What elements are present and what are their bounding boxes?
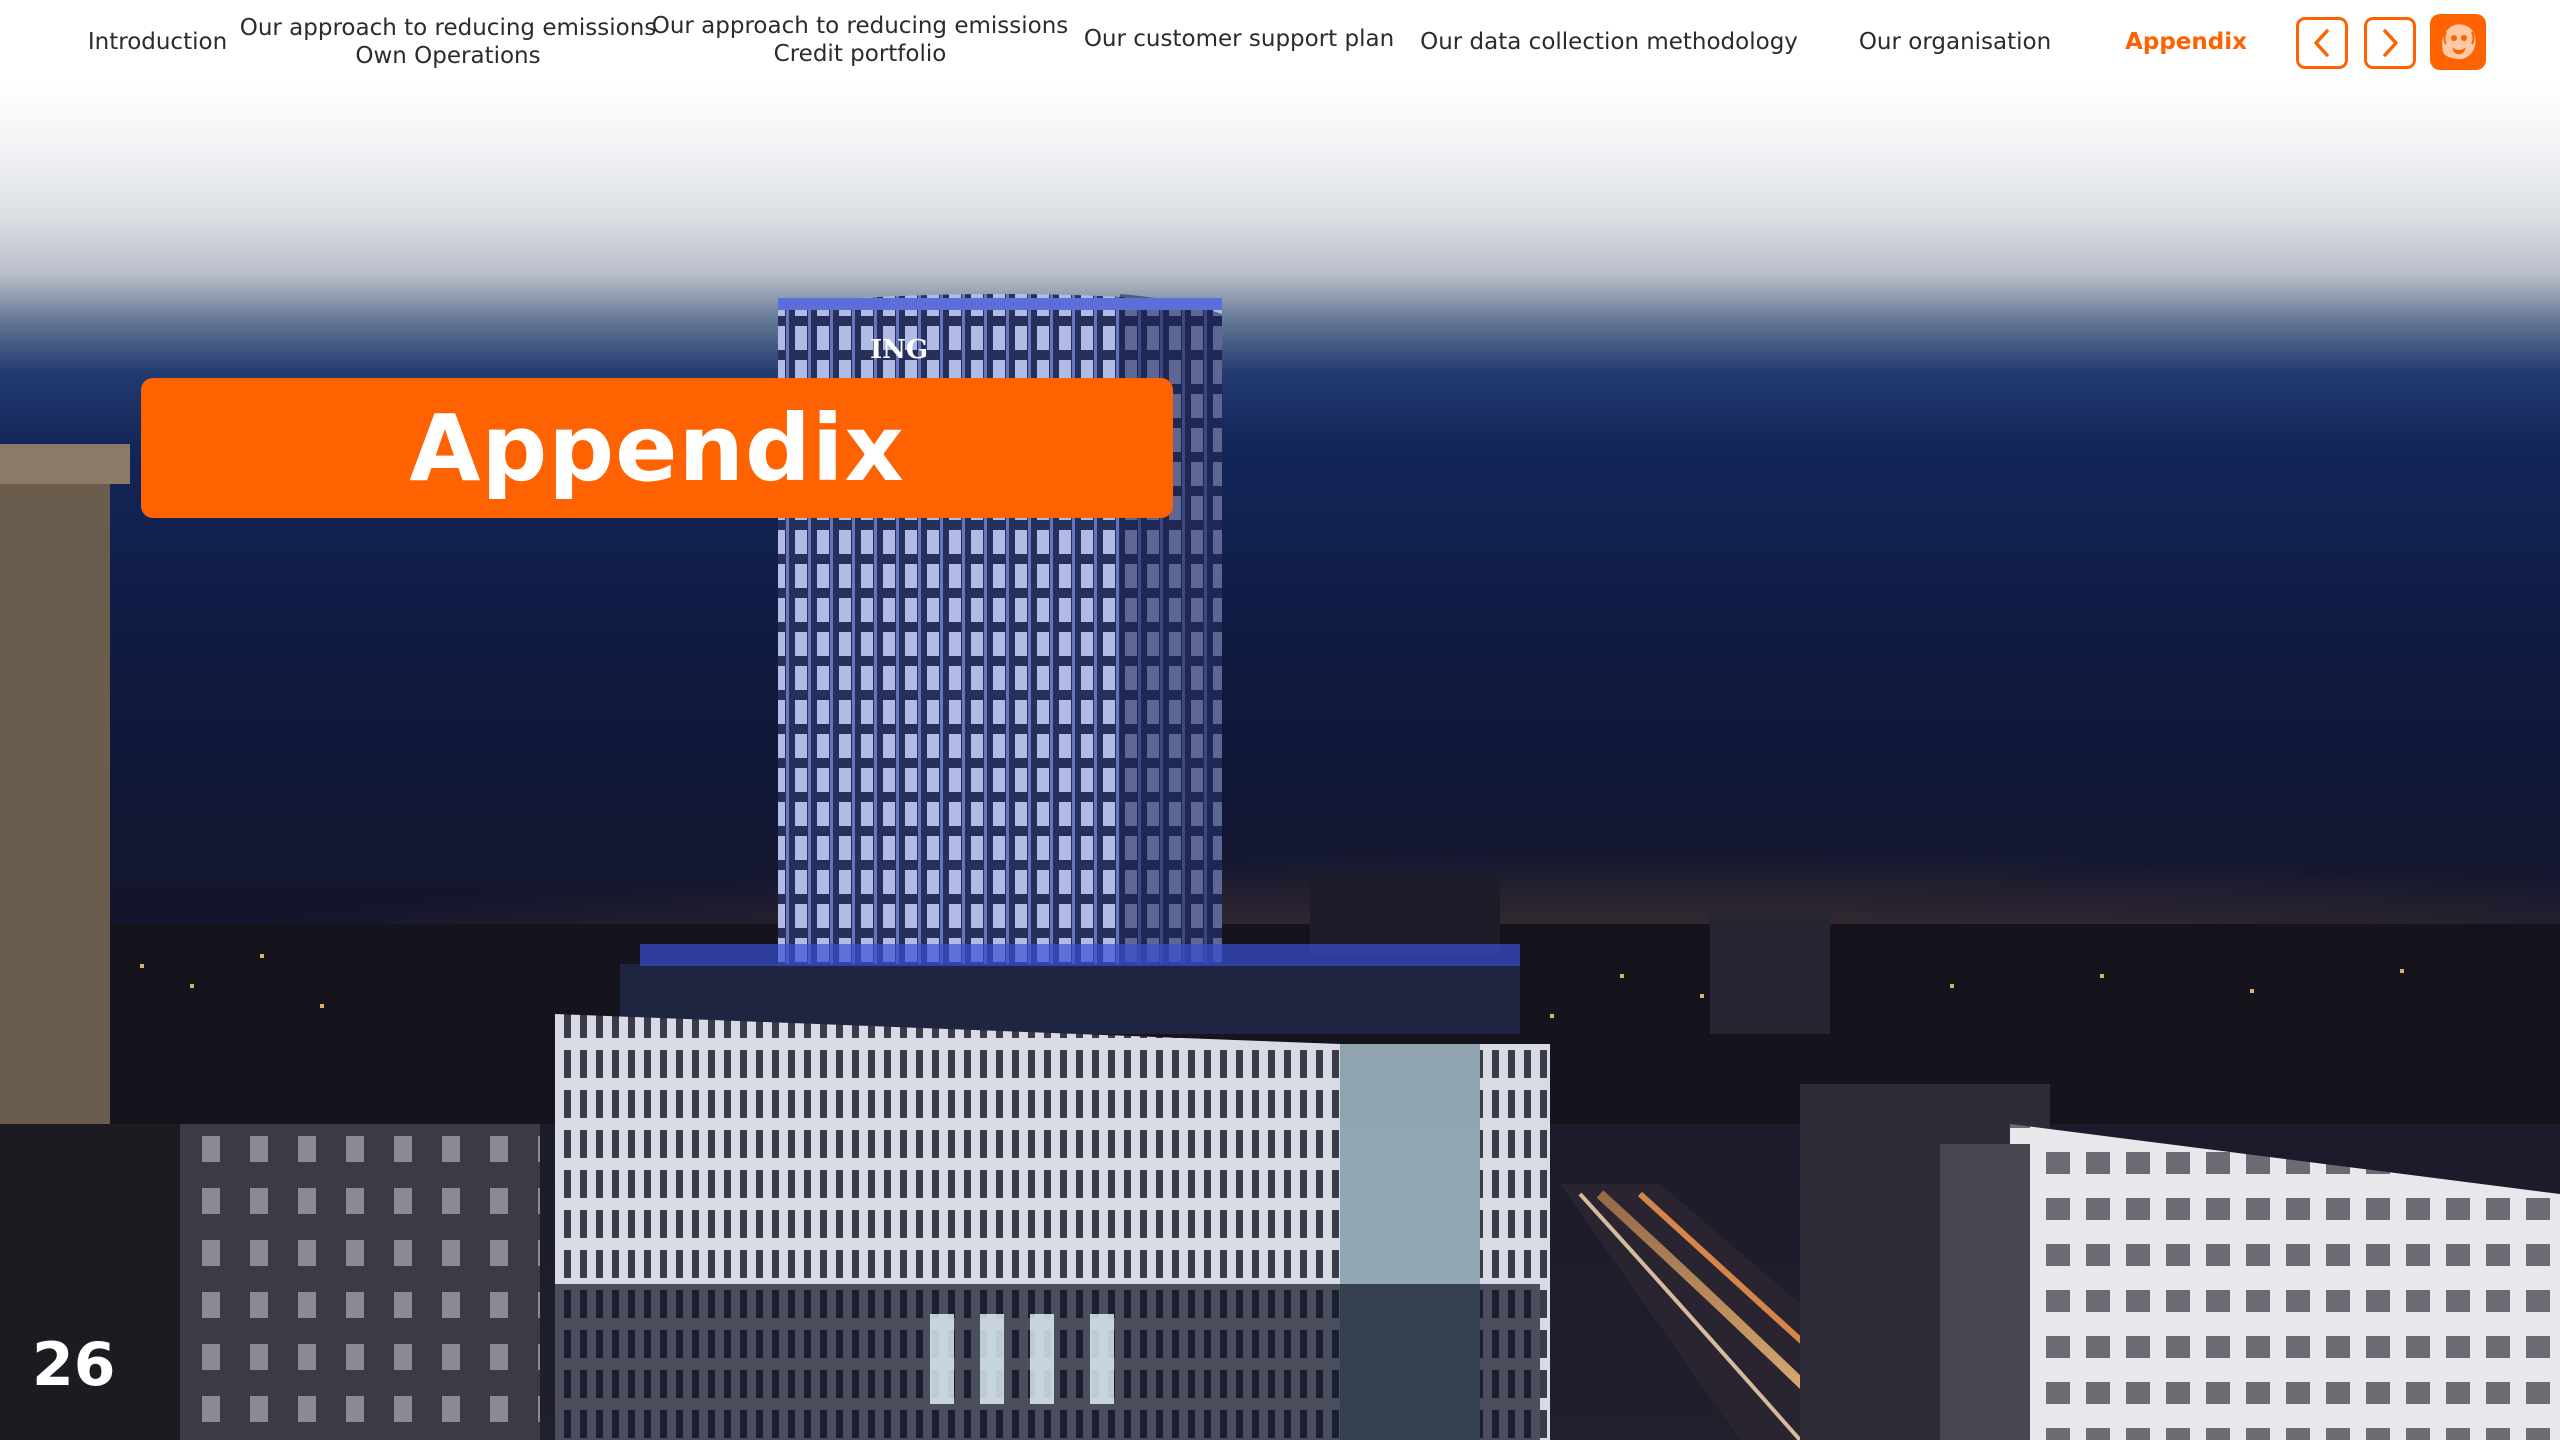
nav-item-own-operations[interactable]: Our approach to reducing emissions Own O… (240, 0, 657, 84)
nav-item-label: Appendix (2125, 29, 2247, 55)
nav-item-data-collection-methodology[interactable]: Our data collection methodology (1420, 0, 1798, 84)
nav-item-label: Our data collection methodology (1420, 29, 1798, 55)
nav-item-introduction[interactable]: Introduction (87, 0, 228, 84)
nav-item-label: Our approach to reducing emissions (651, 13, 1069, 39)
nav-item-label: Our organisation (1858, 29, 2052, 55)
chevron-left-icon (2314, 29, 2329, 57)
nav-item-appendix[interactable]: Appendix (2125, 0, 2247, 84)
section-title-banner: Appendix (141, 378, 1173, 518)
nav-item-label: Our approach to reducing emissions (239, 15, 657, 41)
nav-item-label: Introduction (87, 29, 228, 55)
section-title: Appendix (409, 394, 905, 502)
nav-item-our-organisation[interactable]: Our organisation (1858, 0, 2052, 84)
nav-item-customer-support-plan[interactable]: Our customer support plan (1084, 0, 1394, 81)
previous-page-button[interactable] (2296, 17, 2348, 69)
city-skyline-illustration: ING (0, 294, 2560, 1440)
lion-logo-icon[interactable] (2430, 14, 2486, 70)
nav-item-label: Our customer support plan (1083, 26, 1395, 52)
next-page-button[interactable] (2364, 17, 2416, 69)
hero-city-night-photo: ING (0, 84, 2560, 1440)
chevron-right-icon (2383, 29, 2398, 57)
top-navigation: Introduction Our approach to reducing em… (0, 0, 2560, 84)
nav-item-sublabel: Own Operations (355, 43, 541, 69)
nav-item-sublabel: Credit portfolio (773, 41, 947, 67)
page-number: 26 (32, 1330, 116, 1400)
building-sign: ING (870, 335, 928, 365)
nav-item-credit-portfolio[interactable]: Our approach to reducing emissions Credi… (652, 0, 1069, 82)
